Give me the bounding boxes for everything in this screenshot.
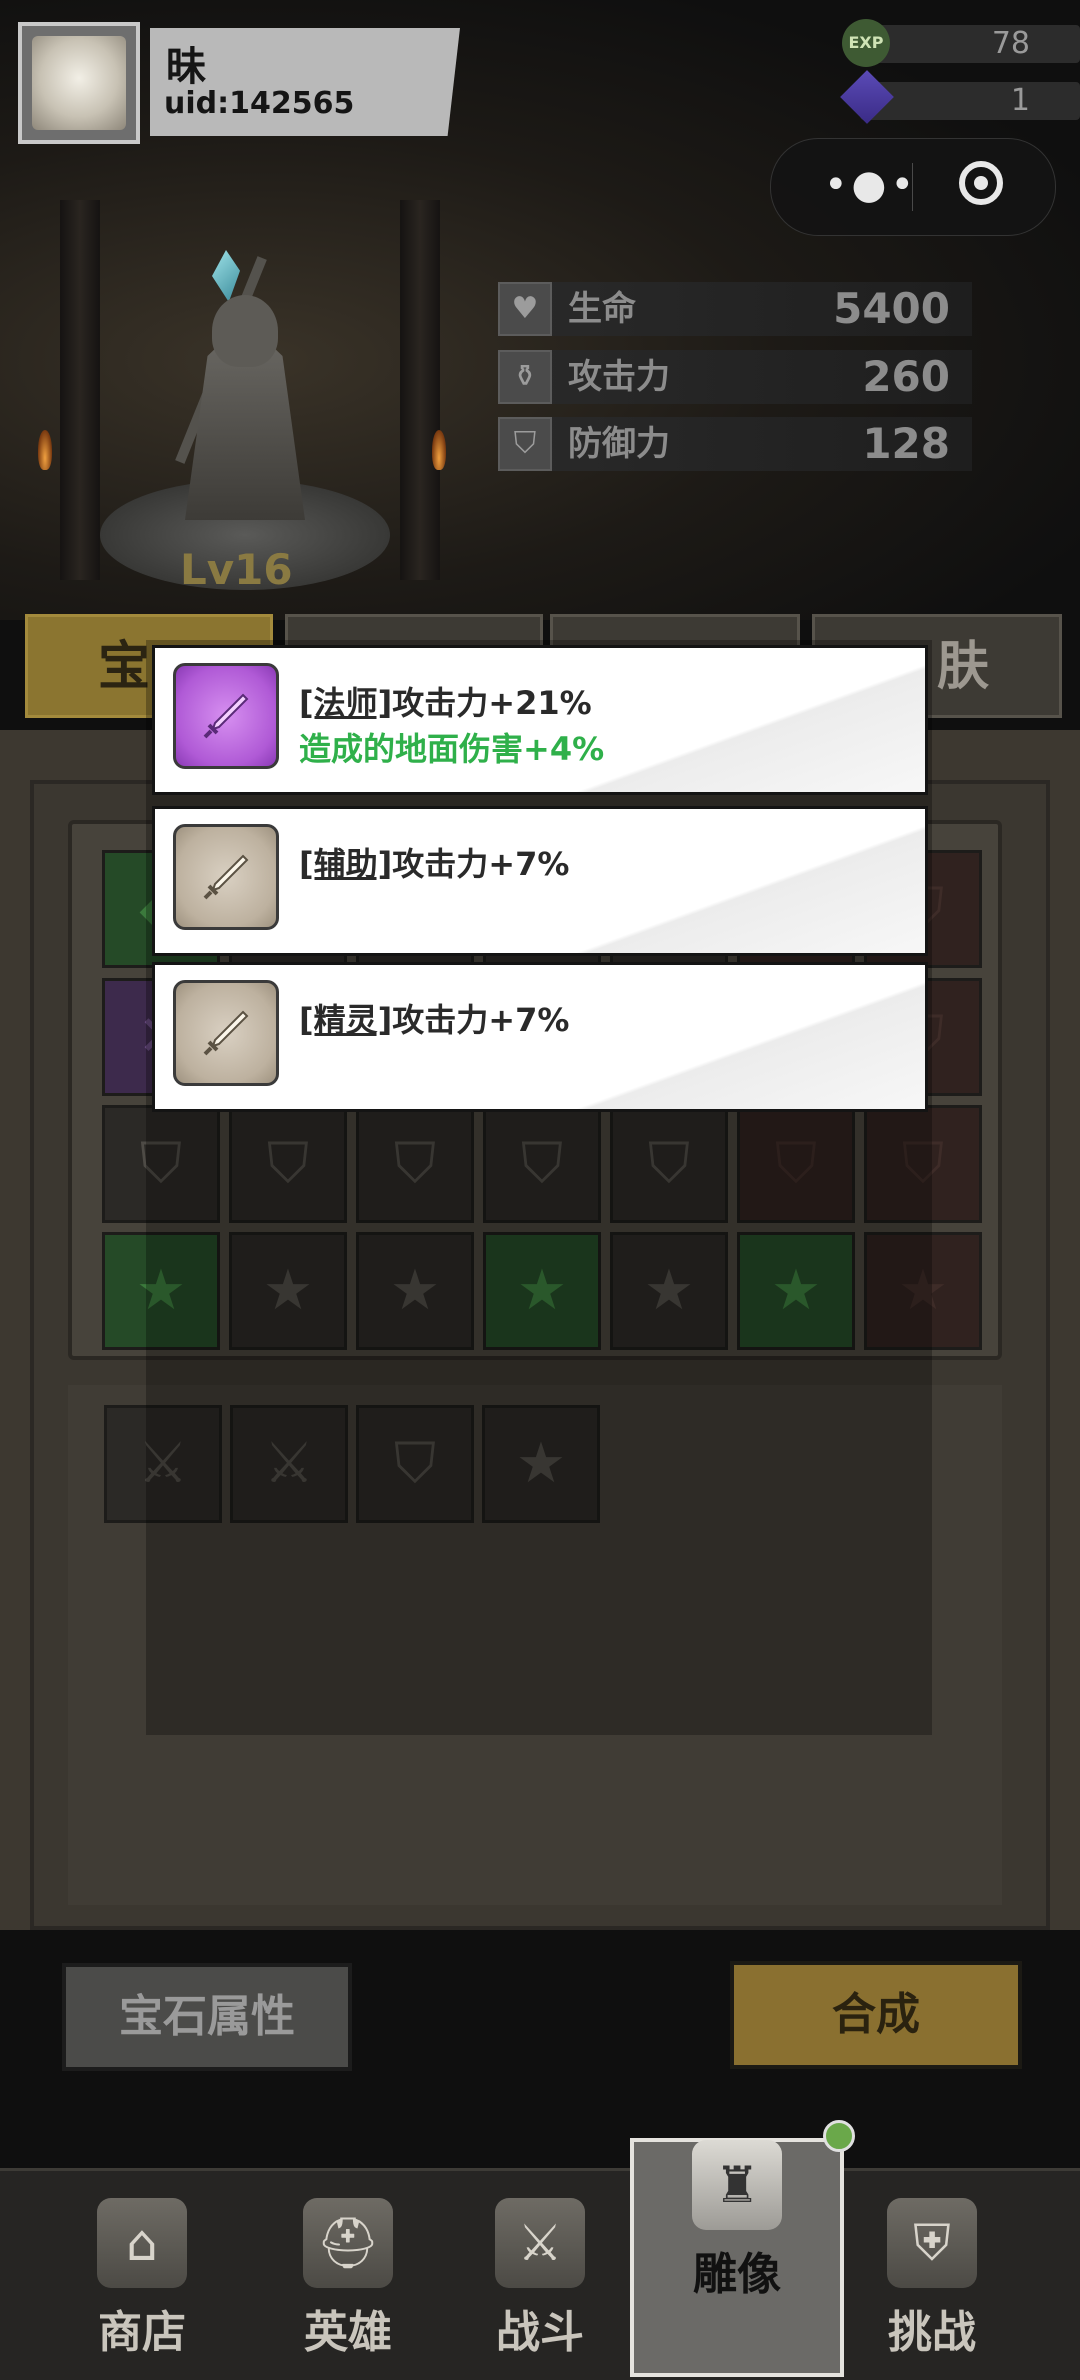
statue-hood xyxy=(212,295,278,367)
gem-attributes-button[interactable]: 宝石属性 xyxy=(62,1963,352,2071)
pillar-right xyxy=(400,200,440,580)
stat-label: 攻击力 xyxy=(568,357,670,397)
bonus-main-text: [辅助]攻击力+7% xyxy=(299,839,569,885)
gem-value: 1 xyxy=(1010,83,1030,118)
heart-icon: ♥ xyxy=(498,282,552,336)
stat-value: 260 xyxy=(862,352,950,401)
challenge-shield-icon: ⛨ xyxy=(887,2198,977,2288)
torch-right-icon xyxy=(432,430,446,470)
bonus-effect: 攻击力+21% xyxy=(392,684,592,722)
sword-gem-icon xyxy=(173,980,279,1086)
nav-item-battle[interactable]: ⚔ 战斗 xyxy=(450,2178,630,2368)
stat-label: 防御力 xyxy=(568,424,670,464)
notification-dot xyxy=(823,2120,855,2152)
capsule-divider xyxy=(912,163,913,211)
tab-label: 宝 xyxy=(98,637,151,697)
torch-left-icon xyxy=(38,430,52,470)
statue-icon: ♜ xyxy=(692,2140,782,2230)
sheep-avatar-icon xyxy=(32,36,126,130)
button-label: 合成 xyxy=(832,1989,920,2040)
bonus-main-text: [法师]攻击力+21% xyxy=(299,678,592,724)
avatar[interactable] xyxy=(18,22,140,144)
player-uid: uid:142565 xyxy=(164,86,355,121)
crossed-swords-icon: ⚔ xyxy=(495,2198,585,2288)
stat-label: 生命 xyxy=(568,289,636,329)
nav-label: 英雄 xyxy=(304,2307,392,2358)
button-label: 宝石属性 xyxy=(119,1991,295,2042)
helmet-icon: ⛑ xyxy=(303,2198,393,2288)
close-miniprogram-icon[interactable] xyxy=(959,161,1003,205)
sword-gem-icon xyxy=(173,824,279,930)
stat-row-hp: ♥ 生命 5400 xyxy=(498,282,972,336)
player-name: 昧 xyxy=(166,44,206,90)
exp-value: 78 xyxy=(991,26,1030,61)
profile-name-plate: 昧 uid:142565 xyxy=(150,28,460,136)
bonus-extra-text: 造成的地面伤害+4% xyxy=(299,730,605,768)
class-tag[interactable]: [辅助] xyxy=(299,845,392,883)
nav-item-shop[interactable]: ⌂ 商店 xyxy=(52,2178,232,2368)
gem-counter: 1 xyxy=(840,70,1080,124)
more-options-icon[interactable]: •●• xyxy=(811,159,931,215)
sword-gem-icon xyxy=(173,663,279,769)
potion-icon: ⚱ xyxy=(498,350,552,404)
nav-label: 挑战 xyxy=(888,2307,976,2358)
bonus-effect: 攻击力+7% xyxy=(392,1001,570,1039)
stat-value: 128 xyxy=(862,419,950,468)
nav-item-statue[interactable]: ♜ 雕像 xyxy=(647,2120,827,2310)
stat-row-attack: ⚱ 攻击力 260 xyxy=(498,350,972,404)
nav-item-heroes[interactable]: ⛑ 英雄 xyxy=(258,2178,438,2368)
stat-row-defense: ⛉ 防御力 128 xyxy=(498,417,972,471)
miniprogram-capsule: •●• xyxy=(770,138,1056,236)
exp-counter: EXP 78 xyxy=(842,19,1080,67)
gem-bonus-card[interactable]: [法师]攻击力+21% 造成的地面伤害+4% xyxy=(152,645,928,795)
class-tag[interactable]: [法师] xyxy=(299,684,392,722)
nav-label: 雕像 xyxy=(693,2249,781,2300)
bonus-main-text: [精灵]攻击力+7% xyxy=(299,995,569,1041)
gem-bonus-card[interactable]: [辅助]攻击力+7% xyxy=(152,806,928,956)
bonus-effect: 攻击力+7% xyxy=(392,845,570,883)
exp-icon: EXP xyxy=(842,19,890,67)
synthesize-button[interactable]: 合成 xyxy=(730,1961,1022,2069)
tab-label: 肤 xyxy=(937,637,990,697)
shield-icon: ⛉ xyxy=(498,417,552,471)
pillar-left xyxy=(60,200,100,580)
class-tag[interactable]: [精灵] xyxy=(299,1001,392,1039)
popup-backdrop xyxy=(146,640,932,1735)
nav-label: 商店 xyxy=(98,2307,186,2358)
nav-label: 战斗 xyxy=(496,2307,584,2358)
nav-item-challenge[interactable]: ⛨ 挑战 xyxy=(842,2178,1022,2368)
stat-value: 5400 xyxy=(833,284,950,333)
shop-icon: ⌂ xyxy=(97,2198,187,2288)
statue-level: Lv16 xyxy=(180,545,293,594)
gem-bonus-card[interactable]: [精灵]攻击力+7% xyxy=(152,962,928,1112)
